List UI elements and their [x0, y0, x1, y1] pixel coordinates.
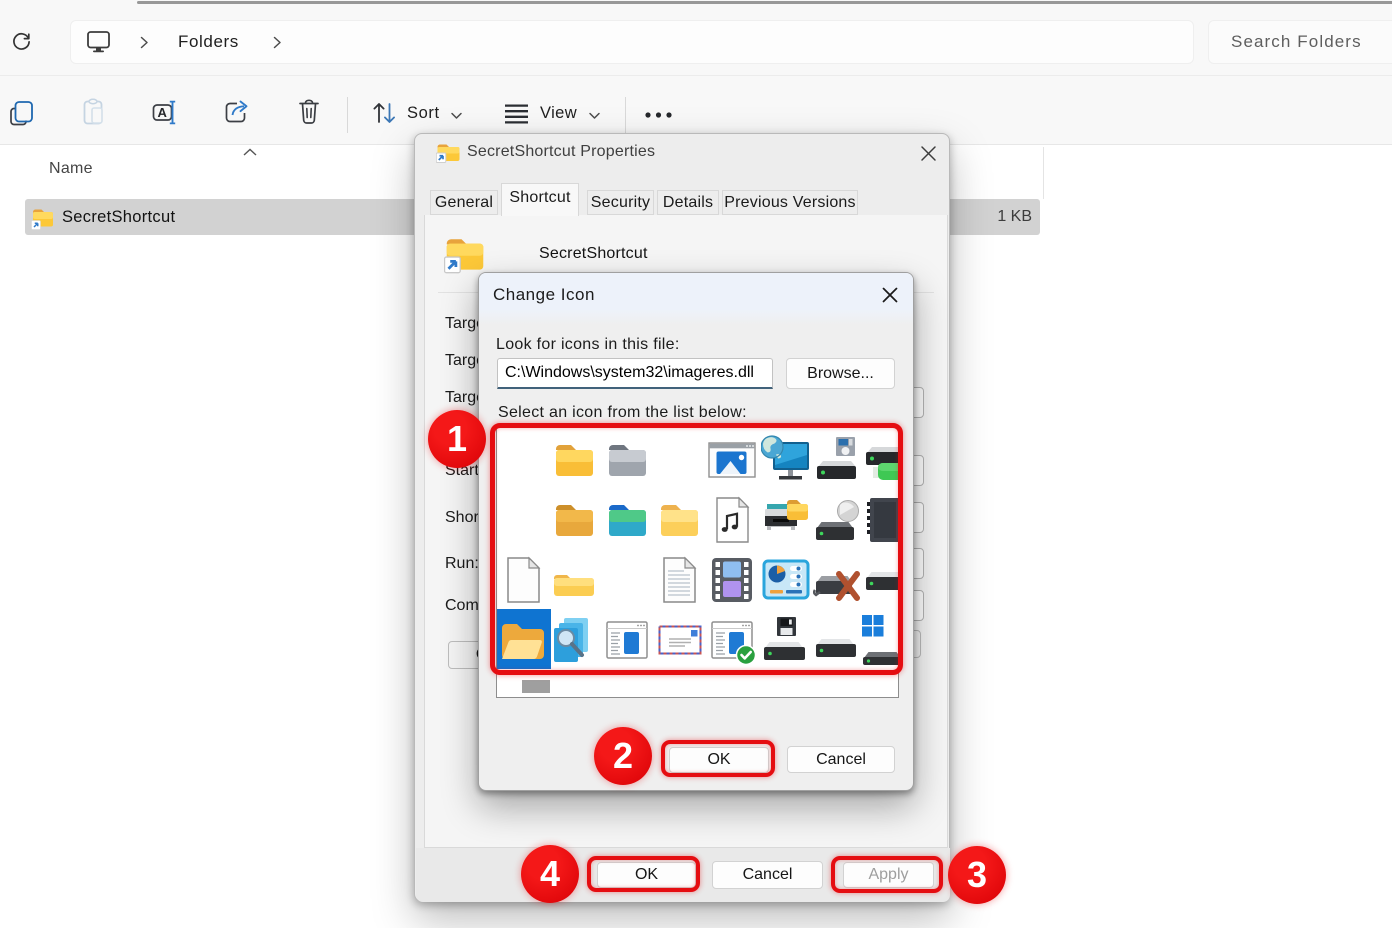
svg-text:A: A [158, 105, 168, 120]
